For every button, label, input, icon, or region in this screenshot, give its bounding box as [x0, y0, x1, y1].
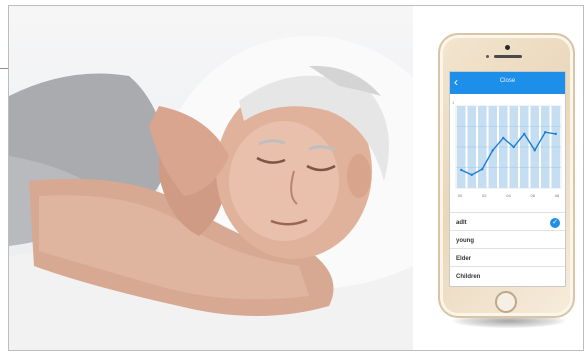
list-item-label: Children [456, 274, 481, 280]
data-point [502, 136, 505, 140]
x-tick-label: 02 [482, 193, 487, 198]
check-icon: ✓ [550, 218, 560, 228]
sleep-chart: 1 00 02 04 06 08 [450, 94, 565, 212]
data-point [544, 131, 547, 134]
data-point [554, 132, 557, 136]
data-point [460, 168, 463, 172]
data-point [523, 132, 526, 136]
x-tick-label: 08 [555, 193, 560, 198]
list-item-children[interactable]: Children [450, 266, 565, 286]
list-item-label: young [456, 238, 474, 244]
data-point [470, 173, 473, 177]
list-item-label: adlt [456, 220, 467, 226]
profile-list: adlt ✓ young Elder Children [450, 212, 565, 286]
x-tick-label: 00 [458, 193, 463, 198]
product-banner: ‹ Close 1 00 02 04 06 08 adlt ✓ young Elder [8, 5, 584, 351]
list-item-label: Elder [456, 256, 472, 262]
x-tick-label: 04 [506, 193, 511, 198]
data-point [533, 149, 536, 152]
phone-screen: ‹ Close 1 00 02 04 06 08 adlt ✓ young Elder [449, 71, 566, 287]
app-header-title: Close [499, 78, 516, 84]
sleep-chart-svg: 1 00 02 04 06 08 [452, 100, 562, 198]
smartphone: ‹ Close 1 00 02 04 06 08 adlt ✓ young Elder [438, 33, 575, 318]
front-camera-icon [505, 45, 510, 50]
speaker-grille-icon [494, 55, 522, 58]
sensor-icon [486, 55, 489, 58]
x-tick-label: 06 [531, 193, 536, 198]
data-point [491, 149, 494, 152]
sleeping-man-photo [9, 6, 413, 350]
home-button[interactable] [495, 291, 517, 313]
sleeping-man-illustration [9, 36, 413, 350]
data-point [481, 167, 484, 171]
phone-product-area: ‹ Close 1 00 02 04 06 08 adlt ✓ young Elder [413, 6, 583, 350]
data-point [512, 145, 515, 149]
app-header: ‹ Close [450, 72, 565, 94]
y-tick-label: 1 [452, 100, 455, 105]
